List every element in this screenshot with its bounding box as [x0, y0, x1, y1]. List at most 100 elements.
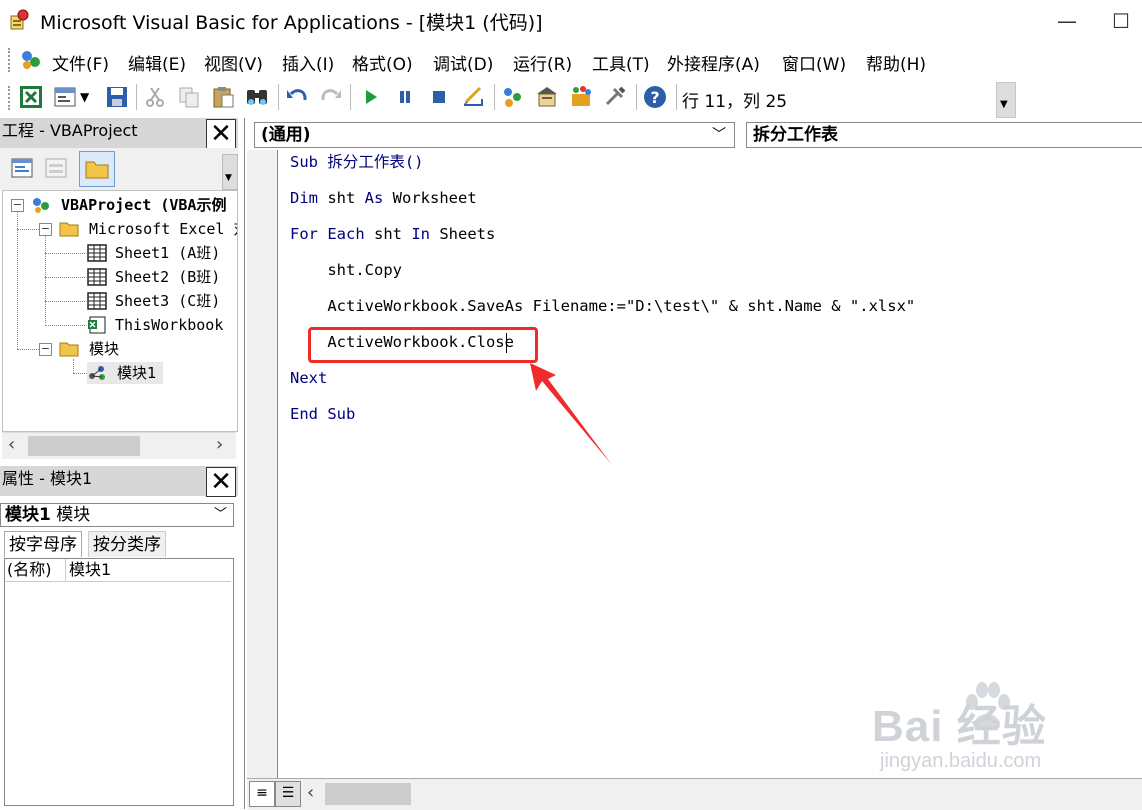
menu-insert[interactable]: 插入(I)	[282, 50, 334, 75]
reset-icon[interactable]	[426, 84, 452, 110]
scroll-left-icon[interactable]: ‹	[307, 782, 314, 803]
help-icon[interactable]: ?	[642, 84, 668, 110]
object-browser-icon[interactable]	[568, 84, 594, 110]
module-icon	[89, 366, 105, 380]
view-excel-icon[interactable]	[18, 84, 44, 110]
view-object-icon[interactable]	[44, 156, 68, 180]
project-tree: − VBAProject (VBA示例 − Microsoft Excel 对 …	[2, 190, 238, 432]
properties-window-icon[interactable]	[534, 84, 560, 110]
view-code-icon[interactable]	[10, 156, 34, 180]
baidu-watermark: Bai 经验 jingyan.baidu.com	[872, 680, 1132, 780]
toolbox-icon[interactable]	[602, 84, 628, 110]
keyword: Next	[290, 369, 328, 387]
tree-label: ThisWorkbook	[115, 316, 224, 334]
toolbar-grip[interactable]	[8, 48, 14, 72]
menu-file[interactable]: 文件(F)	[52, 50, 109, 75]
code-line-1[interactable]: Sub 拆分工作表()	[290, 151, 424, 173]
code-line-3[interactable]: For Each sht In Sheets	[290, 223, 495, 245]
property-value[interactable]: 模块1	[69, 559, 111, 581]
minimize-button[interactable]: —	[1052, 6, 1082, 36]
menu-edit[interactable]: 编辑(E)	[128, 50, 186, 75]
tree-label: Sheet2 (B班)	[115, 268, 221, 286]
folder-icon	[59, 222, 79, 237]
menu-help[interactable]: 帮助(H)	[866, 50, 926, 75]
keyword: Sub	[290, 153, 318, 171]
menu-debug[interactable]: 调试(D)	[433, 50, 493, 75]
project-pane-toolbar: ▼	[0, 148, 238, 190]
tab-categorized[interactable]: 按分类序	[88, 531, 166, 557]
collapse-modules-toggle[interactable]: −	[39, 343, 52, 356]
insert-module-icon[interactable]	[52, 84, 78, 110]
menu-window[interactable]: 窗口(W)	[782, 50, 846, 75]
scroll-left-icon[interactable]: ‹	[8, 434, 15, 455]
code-line-2[interactable]: Dim sht As Worksheet	[290, 187, 477, 209]
code-line-4[interactable]: sht.Copy	[290, 259, 402, 281]
pane-toolbar-overflow[interactable]: ▼	[222, 154, 238, 190]
svg-text:?: ?	[650, 88, 659, 107]
close-project-pane-button[interactable]: ✕	[206, 119, 236, 149]
watermark-brand: Bai 经验	[872, 702, 1047, 751]
toolbar-overflow-button[interactable]: ▼	[996, 82, 1016, 118]
design-mode-icon[interactable]	[460, 84, 486, 110]
menu-addins[interactable]: 外接程序(A)	[667, 50, 760, 75]
tree-label: 模块	[89, 340, 120, 358]
full-module-view-button[interactable]: ☰	[275, 781, 301, 807]
scroll-right-icon[interactable]: ›	[216, 434, 223, 455]
dropdown-arrow-icon[interactable]: ▼	[80, 84, 92, 110]
title-bar: Microsoft Visual Basic for Applications …	[0, 0, 1142, 42]
selected-object-name: 模块1	[5, 505, 51, 525]
folder-icon	[59, 342, 79, 357]
tree-item-module1[interactable]: 模块1	[87, 362, 163, 384]
run-icon[interactable]	[358, 84, 384, 110]
chevron-down-icon: ﹀	[213, 507, 227, 522]
worksheet-icon	[87, 292, 107, 310]
properties-object-select[interactable]: 模块1 模块 ﹀	[0, 503, 234, 527]
code-line-8[interactable]: End Sub	[290, 403, 355, 425]
excel-vba-icon[interactable]	[18, 47, 44, 73]
code-margin-indicator-bar[interactable]	[247, 150, 278, 778]
paste-icon[interactable]	[210, 84, 236, 110]
procedure-combo-value: 拆分工作表	[753, 125, 838, 145]
procedure-combo[interactable]: 拆分工作表	[746, 122, 1142, 148]
scrollbar-thumb[interactable]	[325, 783, 411, 805]
keyword: Sub	[327, 405, 356, 423]
project-pane-title: 工程 - VBAProject	[0, 118, 238, 148]
keyword: End	[290, 405, 318, 423]
toggle-folders-button[interactable]	[79, 151, 115, 187]
break-icon[interactable]	[392, 84, 418, 110]
menu-run[interactable]: 运行(R)	[513, 50, 572, 75]
find-icon[interactable]	[244, 84, 270, 110]
code-text: sht	[364, 225, 412, 243]
copy-icon[interactable]	[176, 84, 202, 110]
project-explorer-icon[interactable]	[500, 84, 526, 110]
collapse-excel-objects-toggle[interactable]: −	[39, 223, 52, 236]
vbaproject-icon	[33, 198, 49, 213]
object-combo[interactable]: (通用) ﹀	[254, 122, 735, 148]
keyword: Each	[327, 225, 365, 243]
property-row-name[interactable]: (名称) 模块1	[5, 559, 231, 582]
properties-pane-title-text: 属性 - 模块1	[2, 469, 93, 488]
properties-grid: (名称) 模块1	[4, 558, 234, 806]
procedure-view-button[interactable]: ≡	[249, 781, 275, 807]
code-line-5[interactable]: ActiveWorkbook.SaveAs Filename:="D:\test…	[290, 295, 915, 317]
menu-format[interactable]: 格式(O)	[352, 50, 413, 75]
scrollbar-thumb[interactable]	[28, 436, 140, 456]
collapse-project-toggle[interactable]: −	[11, 199, 24, 212]
menu-view[interactable]: 视图(V)	[204, 50, 263, 75]
undo-icon[interactable]	[284, 84, 310, 110]
cut-icon[interactable]	[142, 84, 168, 110]
project-tree-hscrollbar[interactable]: ‹ ›	[2, 432, 236, 459]
object-combo-value: (通用)	[261, 125, 311, 145]
chevron-down-icon: ﹀	[712, 127, 726, 143]
close-properties-pane-button[interactable]: ✕	[206, 467, 236, 497]
code-line-7[interactable]: Next	[290, 367, 327, 389]
save-icon[interactable]	[104, 84, 130, 110]
menu-tools[interactable]: 工具(T)	[592, 50, 650, 75]
tab-alphabetic[interactable]: 按字母序	[4, 531, 82, 557]
redo-icon[interactable]	[318, 84, 344, 110]
toolbar-grip[interactable]	[8, 86, 14, 110]
maximize-button[interactable]: ☐	[1106, 6, 1136, 36]
tree-label: Sheet1 (A班)	[115, 244, 221, 262]
keyword: For	[290, 225, 318, 243]
